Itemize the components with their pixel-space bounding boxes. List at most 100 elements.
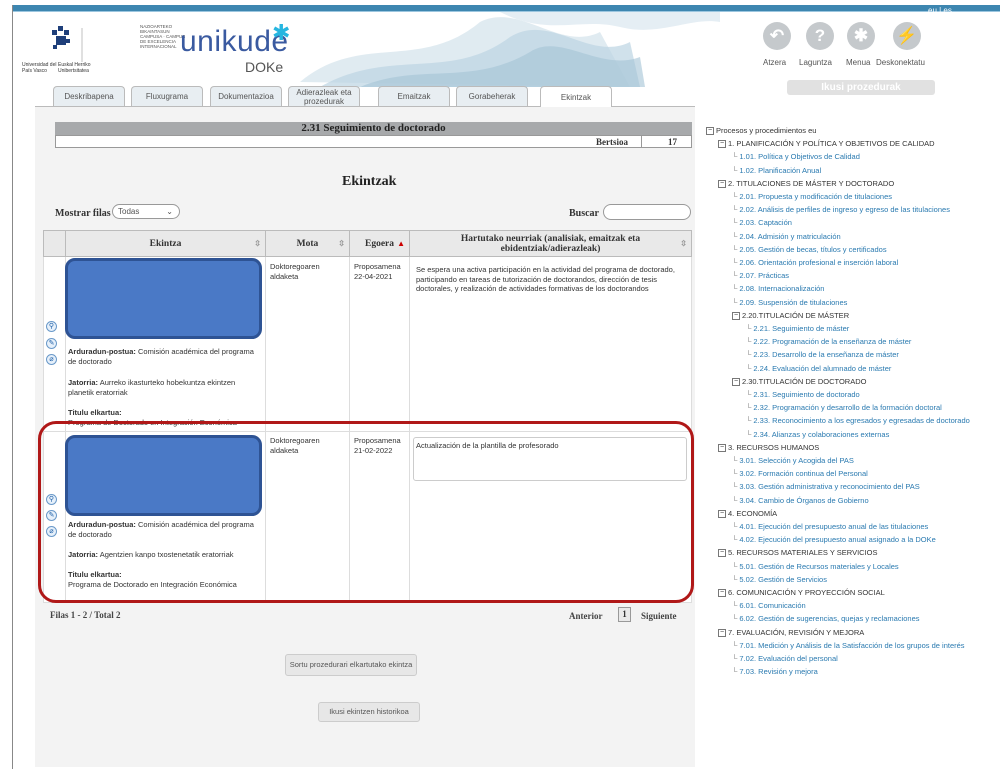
tree-item[interactable]: └ 2.34. Alianzas y colaboraciones extern… <box>746 430 889 440</box>
collapse-icon[interactable]: − <box>706 127 714 136</box>
app-logo-sub: DOKe <box>245 59 284 75</box>
tree-group[interactable]: −1. PLANIFICACIÓN Y POLÍTICA Y OBJETIVOS… <box>718 139 935 149</box>
collapse-icon[interactable]: − <box>718 180 726 189</box>
tree-group[interactable]: −4. ECONOMÍA <box>718 509 777 519</box>
help-icon[interactable]: ? <box>806 22 834 50</box>
status-value: Proposamena <box>354 262 401 271</box>
edit-pencil-icon[interactable]: ✎ <box>46 338 57 349</box>
tree-item[interactable]: └ 2.07. Prácticas <box>732 271 789 281</box>
tab-gorabeherak[interactable]: Gorabeherak <box>456 86 528 106</box>
tab-adierazleak[interactable]: Adierazleak eta prozedurak <box>288 86 360 106</box>
tree-group[interactable]: −2. TITULACIONES DE MÁSTER Y DOCTORADO <box>718 179 894 189</box>
tree-item[interactable]: └ 1.01. Política y Objetivos de Calidad <box>732 152 860 162</box>
tree-item[interactable]: └ 3.01. Selección y Acogida del PAS <box>732 456 854 466</box>
col-neurriak[interactable]: Hartutako neurriak (analisiak, emaitzak … <box>409 230 692 257</box>
tree-item[interactable]: └ 2.09. Suspensión de titulaciones <box>732 298 847 308</box>
show-rows-label: Mostrar filas <box>55 208 111 219</box>
tree-item[interactable]: └ 2.33. Reconocimiento a los egresados y… <box>746 416 970 426</box>
tree-item[interactable]: └ 2.32. Programación y desarrollo de la … <box>746 403 942 413</box>
tree-item-label: 2.20.TITULACIÓN DE MÁSTER <box>742 311 850 320</box>
ikusi-prozedurak-button[interactable]: Ikusi prozedurak <box>787 80 935 95</box>
tree-group[interactable]: −2.20.TITULACIÓN DE MÁSTER <box>732 311 849 321</box>
create-action-button[interactable]: Sortu prozedurari elkartutako ekintza <box>285 654 417 676</box>
tree-item[interactable]: └ 1.02. Planificación Anual <box>732 166 821 176</box>
tree-item-label: 3.02. Formación continua del Personal <box>739 469 868 478</box>
tab-fluxugrama[interactable]: Fluxugrama <box>131 86 203 106</box>
tree-item[interactable]: └ 2.05. Gestión de becas, títulos y cert… <box>732 245 887 255</box>
tree-item[interactable]: └ 2.03. Captación <box>732 218 792 228</box>
collapse-icon[interactable]: − <box>718 629 726 638</box>
collapse-icon[interactable]: − <box>718 140 726 149</box>
view-magnifier-icon[interactable]: ⚲ <box>46 321 57 332</box>
tree-item[interactable]: └ 7.01. Medición y Análisis de la Satisf… <box>732 641 965 651</box>
tree-group[interactable]: −2.30.TITULACIÓN DE DOCTORADO <box>732 377 866 387</box>
back-arrow-icon[interactable]: ↶ <box>763 22 791 50</box>
show-rows-select[interactable]: Todas ⌄ <box>112 204 180 219</box>
tree-item[interactable]: └ 5.01. Gestión de Recursos materiales y… <box>732 562 899 572</box>
header-decoration <box>300 12 720 87</box>
ehu-name-es: Universidad del País Vasco <box>22 62 57 74</box>
tree-root[interactable]: − Procesos y procedimientos eu <box>706 126 816 136</box>
tree-item-label: 2.22. Programación de la enseñanza de má… <box>753 337 912 346</box>
tree-item-label: 2.31. Seguimiento de doctorado <box>753 390 860 399</box>
tab-emaitzak[interactable]: Emaitzak <box>378 86 450 106</box>
tree-group[interactable]: −6. COMUNICACIÓN Y PROYECCIÓN SOCIAL <box>718 588 885 598</box>
row1-responsible: Arduradun-postua: Comisión académica del… <box>68 347 263 366</box>
tab-deskribapena[interactable]: Deskribapena <box>53 86 125 106</box>
tree-item[interactable]: └ 2.02. Análisis de perfiles de ingreso … <box>732 205 950 215</box>
tab-ekintzak[interactable]: Ekintzak <box>540 86 612 107</box>
tree-item[interactable]: └ 2.04. Admisión y matriculación <box>732 232 841 242</box>
collapse-icon[interactable]: − <box>718 549 726 558</box>
menu-label[interactable]: Menua <box>846 58 870 67</box>
tree-item[interactable]: └ 6.02. Gestión de sugerencias, quejas y… <box>732 614 920 624</box>
disconnect-label[interactable]: Deskonektatu <box>876 58 925 67</box>
tree-item[interactable]: └ 2.06. Orientación profesional e inserc… <box>732 258 898 268</box>
menu-asterisk-icon[interactable]: ✱ <box>847 22 875 50</box>
sort-icon[interactable]: ⇳ <box>680 239 687 249</box>
tree-item[interactable]: └ 3.03. Gestión administrativa y reconoc… <box>732 482 920 492</box>
sort-asc-icon[interactable]: ▲ <box>397 239 405 249</box>
tree-item[interactable]: └ 2.31. Seguimiento de doctorado <box>746 390 860 400</box>
help-label[interactable]: Laguntza <box>799 58 832 67</box>
tree-item-label: 5.02. Gestión de Servicios <box>739 575 827 584</box>
tree-item[interactable]: └ 2.22. Programación de la enseñanza de … <box>746 337 911 347</box>
tree-group[interactable]: −7. EVALUACIÓN, REVISIÓN Y MEJORA <box>718 628 864 638</box>
tree-item[interactable]: └ 7.03. Revisión y mejora <box>732 667 818 677</box>
tree-item[interactable]: └ 4.02. Ejecución del presupuesto anual … <box>732 535 936 545</box>
collapse-icon[interactable]: − <box>718 589 726 598</box>
tree-item[interactable]: └ 2.24. Evaluación del alumnado de máste… <box>746 364 891 374</box>
tree-item[interactable]: └ 2.23. Desarrollo de la enseñanza de má… <box>746 350 899 360</box>
pager-prev[interactable]: Anterior <box>569 611 603 621</box>
tree-item[interactable]: └ 3.04. Cambio de Órganos de Gobierno <box>732 496 869 506</box>
tree-item-label: 7.03. Revisión y mejora <box>739 667 818 676</box>
tree-item[interactable]: └ 6.01. Comunicación <box>732 601 806 611</box>
tree-item[interactable]: └ 3.02. Formación continua del Personal <box>732 469 868 479</box>
sort-icon[interactable]: ⇳ <box>254 239 261 249</box>
tree-group[interactable]: −3. RECURSOS HUMANOS <box>718 443 819 453</box>
tree-group[interactable]: −5. RECURSOS MATERIALES Y SERVICIOS <box>718 548 878 558</box>
pager-page[interactable]: 1 <box>618 607 631 622</box>
tab-dokumentazioa[interactable]: Dokumentazioa <box>210 86 282 106</box>
tree-item[interactable]: └ 2.21. Seguimiento de máster <box>746 324 849 334</box>
collapse-icon[interactable]: − <box>732 378 740 387</box>
collapse-icon[interactable]: − <box>718 510 726 519</box>
tree-item[interactable]: └ 4.01. Ejecución del presupuesto anual … <box>732 522 928 532</box>
sort-icon[interactable]: ⇳ <box>338 239 345 249</box>
pager-next[interactable]: Siguiente <box>641 611 677 621</box>
search-input[interactable] <box>603 204 691 220</box>
col-ekintza[interactable]: Ekintza ⇳ <box>65 230 266 257</box>
col-mota[interactable]: Mota ⇳ <box>265 230 350 257</box>
tree-item[interactable]: └ 7.02. Evaluación del personal <box>732 654 838 664</box>
collapse-icon[interactable]: − <box>718 444 726 453</box>
attach-clip-icon[interactable]: ⌀ <box>46 354 57 365</box>
back-label[interactable]: Atzera <box>763 58 786 67</box>
tree-item[interactable]: └ 2.08. Internacionalización <box>732 284 824 294</box>
collapse-icon[interactable]: − <box>732 312 740 321</box>
disconnect-bolt-icon[interactable]: ⚡ <box>893 22 921 50</box>
language-switch[interactable]: eu | es <box>928 6 952 15</box>
tree-item[interactable]: └ 5.02. Gestión de Servicios <box>732 575 827 585</box>
row1-type: Doktoregoaren aldaketa <box>270 262 320 281</box>
col-egoera[interactable]: Egoera ▲ <box>349 230 410 257</box>
history-button[interactable]: Ikusi ekintzen historikoa <box>318 702 420 722</box>
tree-item[interactable]: └ 2.01. Propuesta y modificación de titu… <box>732 192 892 202</box>
